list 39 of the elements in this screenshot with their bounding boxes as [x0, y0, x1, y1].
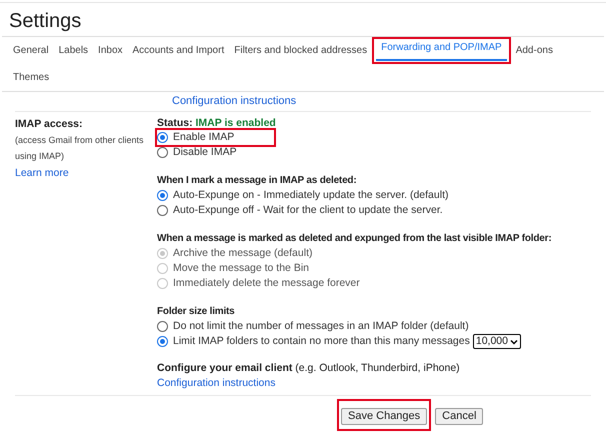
option-label: Auto-Expunge off - Wait for the client to update the server. [173, 202, 443, 218]
imap-description: (access Gmail from other clients using IMAP) [15, 134, 145, 163]
form-button[interactable]: Save Changes [341, 408, 428, 425]
section-heading: Folder size limits [157, 305, 236, 319]
option-label: Archive the message (default) [173, 246, 312, 261]
settings-tab[interactable]: Accounts and Import [128, 39, 230, 62]
radio-button[interactable] [157, 147, 168, 158]
radio-button[interactable] [157, 132, 168, 143]
limit-dropdown[interactable]: 10,000 [472, 334, 521, 349]
radio-button[interactable] [157, 205, 168, 216]
configure-client-text: Configure your email client (e.g. Outlook, Thunderbird, iPhone) [157, 361, 461, 376]
option-label: Disable IMAP [173, 144, 237, 160]
radio-button[interactable] [157, 321, 168, 332]
settings-tab[interactable]: General [8, 39, 54, 62]
status-label: Status: [157, 117, 193, 129]
settings-tab[interactable]: Filters and blocked addresses [229, 39, 372, 62]
settings-tab[interactable]: Inbox [93, 39, 128, 62]
section-heading: When a message is marked as deleted and expunged from the last visible IMAP folder: [157, 232, 552, 246]
configuration-link[interactable]: Configuration instructions [157, 376, 276, 391]
chevron-down-icon [510, 338, 518, 344]
option-label: Limit IMAP folders to contain no more than this many messages [173, 334, 470, 349]
option-label: Auto-Expunge on - Immediately update the server. (default) [173, 188, 448, 203]
form-button[interactable]: Cancel [435, 408, 484, 425]
learn-more-link[interactable]: Learn more [15, 167, 69, 179]
page-title: Settings [8, 9, 82, 34]
settings-tab[interactable]: Themes [8, 66, 54, 89]
settings-tab[interactable]: Forwarding and POP/IMAP [376, 39, 507, 61]
imap-access-label: IMAP access: [15, 117, 84, 132]
radio-button[interactable] [157, 190, 168, 201]
settings-tab[interactable]: Add-ons [510, 39, 558, 62]
status-value: IMAP is enabled [196, 117, 276, 129]
option-label: Do not limit the number of messages in an IMAP folder (default) [173, 318, 469, 334]
configuration-link[interactable]: Configuration instructions [172, 95, 296, 107]
option-label: Immediately delete the message forever [173, 276, 360, 291]
section-heading: When I mark a message in IMAP as deleted: [157, 174, 358, 188]
settings-tab[interactable]: Labels [54, 39, 94, 62]
option-label: Move the message to the Bin [173, 260, 309, 276]
radio-button[interactable] [157, 336, 168, 347]
option-label: Enable IMAP [173, 130, 234, 145]
